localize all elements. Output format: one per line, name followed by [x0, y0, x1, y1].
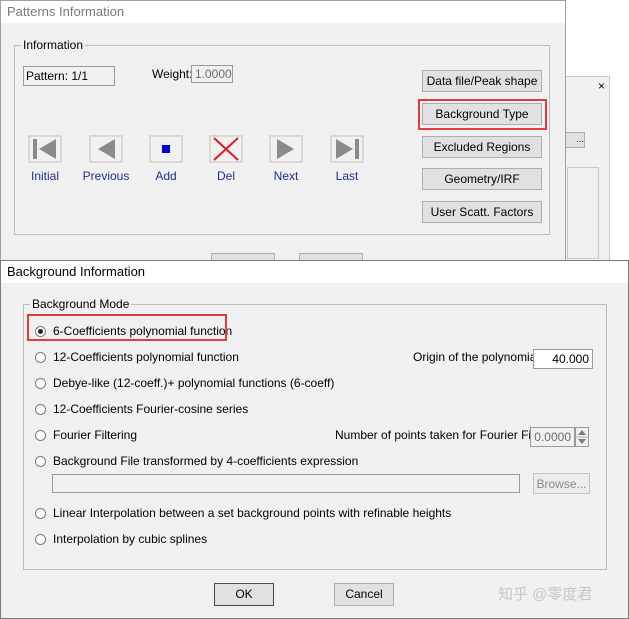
add-square-icon: [149, 135, 183, 163]
spin-up-down-icon: [576, 430, 588, 444]
excluded-regions-button[interactable]: Excluded Regions: [422, 136, 542, 158]
weight-label: Weight:: [152, 67, 193, 81]
background-title-bar: Background Information: [1, 261, 628, 283]
background-window-behind: × ...: [561, 76, 610, 266]
radio-button[interactable]: [35, 352, 46, 363]
delete-x-icon: [209, 135, 243, 163]
nav-last[interactable]: Last: [323, 135, 371, 183]
fourier-spinner[interactable]: [575, 427, 589, 447]
next-icon: [269, 135, 303, 163]
previous-icon: [89, 135, 123, 163]
radio-button[interactable]: [35, 378, 46, 389]
nav-del[interactable]: Del: [202, 135, 250, 183]
nav-del-label: Del: [216, 169, 235, 183]
patterns-information-window: Patterns Information Information Pattern…: [0, 0, 566, 275]
nav-previous-label: Previous: [82, 169, 130, 183]
nav-last-label: Last: [335, 169, 359, 183]
watermark: 知乎 @零度君: [498, 586, 593, 603]
information-group-label: Information: [21, 38, 86, 52]
pattern-counter: Pattern: 1/1: [23, 66, 115, 86]
background-window-title: Background Information: [7, 264, 146, 279]
radio-button[interactable]: [35, 508, 46, 519]
browse-button[interactable]: Browse...: [533, 473, 590, 494]
geometry-irf-button[interactable]: Geometry/IRF: [422, 168, 542, 190]
first-icon: [28, 135, 62, 163]
background-mode-label: Background Mode: [30, 297, 132, 311]
nav-add[interactable]: Add: [142, 135, 190, 183]
close-icon[interactable]: ×: [598, 79, 605, 93]
background-file-path[interactable]: [52, 474, 520, 493]
nav-add-label: Add: [155, 169, 177, 183]
selected-option-highlight: [27, 314, 227, 341]
radio-button[interactable]: [35, 430, 46, 441]
radio-button[interactable]: [35, 534, 46, 545]
origin-field[interactable]: 40.000: [533, 349, 593, 369]
fourier-points-field[interactable]: 0.0000: [530, 427, 575, 447]
nav-initial[interactable]: Initial: [21, 135, 69, 183]
nav-next-label: Next: [273, 169, 299, 183]
patterns-title-bar: Patterns Information: [1, 1, 565, 23]
fourier-points-label: Number of points taken for Fourier Filte…: [335, 428, 552, 442]
user-scatt-factors-button[interactable]: User Scatt. Factors: [422, 201, 542, 223]
nav-next[interactable]: Next: [262, 135, 310, 183]
background-type-highlight: [418, 99, 547, 130]
origin-label: Origin of the polynomial:: [413, 350, 543, 364]
nav-initial-label: Initial: [30, 169, 59, 183]
weight-field[interactable]: 1.0000: [191, 65, 233, 83]
patterns-window-title: Patterns Information: [7, 4, 125, 19]
data-file-peak-shape-button[interactable]: Data file/Peak shape: [422, 70, 542, 92]
ok-button[interactable]: OK: [214, 583, 274, 606]
background-information-window: Background Information Background Mode 6…: [0, 260, 629, 619]
cancel-button[interactable]: Cancel: [334, 583, 394, 606]
radio-button[interactable]: [35, 456, 46, 467]
nav-previous[interactable]: Previous: [82, 135, 130, 183]
last-icon: [330, 135, 364, 163]
radio-button[interactable]: [35, 404, 46, 415]
